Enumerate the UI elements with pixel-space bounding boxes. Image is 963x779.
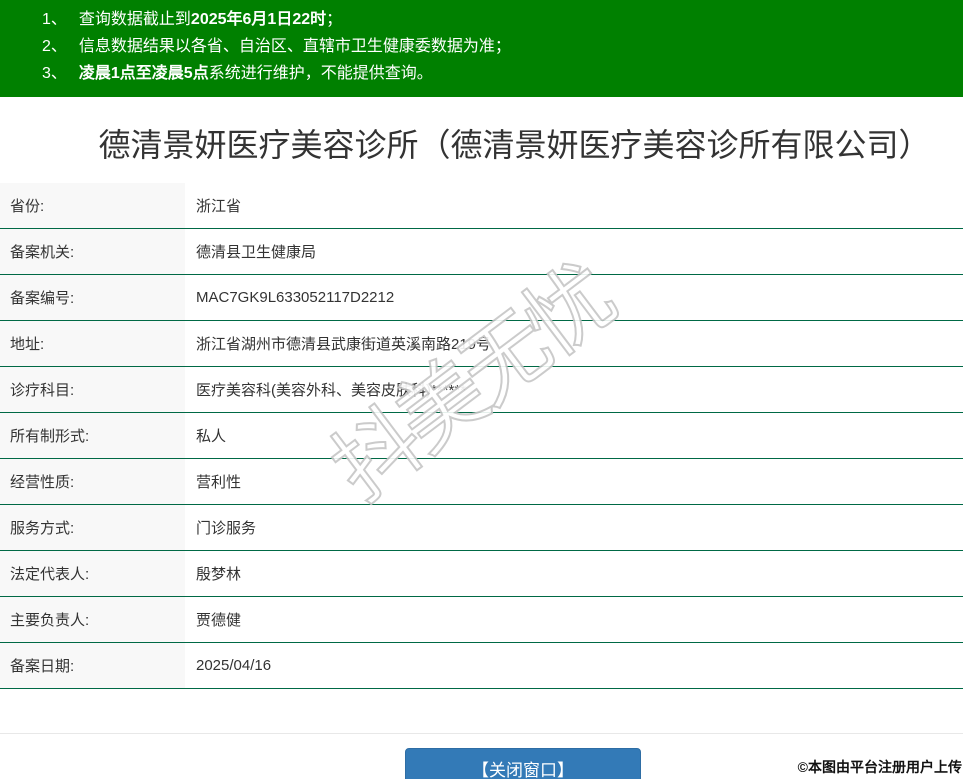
- row-label: 省份:: [0, 183, 185, 228]
- row-label: 服务方式:: [0, 505, 185, 550]
- notice-text: ；: [326, 11, 343, 28]
- info-table: 省份: 浙江省 备案机关: 德清县卫生健康局 备案编号: MAC7GK9L633…: [0, 183, 963, 689]
- row-label: 法定代表人:: [0, 551, 185, 596]
- row-value: 私人: [196, 428, 227, 445]
- notice-text: 系统进行维护，不能提供查询。: [208, 65, 433, 82]
- table-row-address: 地址: 浙江省湖州市德清县武康街道英溪南路219号: [0, 321, 963, 367]
- row-label: 所有制形式:: [0, 413, 185, 458]
- row-label: 诊疗科目:: [0, 367, 185, 412]
- notice-line-2: 2、 信息数据结果以各省、自治区、直辖市卫生健康委数据为准；: [42, 33, 953, 60]
- notice-line-1: 1、 查询数据截止到2025年6月1日22时；: [42, 6, 953, 33]
- notice-line-3: 3、 凌晨1点至凌晨5点系统进行维护，不能提供查询。: [42, 60, 953, 87]
- table-row-ownership: 所有制形式: 私人: [0, 413, 963, 459]
- table-row-departments: 诊疗科目: 医疗美容科(美容外科、美容皮肤科)******: [0, 367, 963, 413]
- row-label: 备案编号:: [0, 275, 185, 320]
- row-label: 备案机关:: [0, 229, 185, 274]
- table-row-legal-representative: 法定代表人: 殷梦林: [0, 551, 963, 597]
- notice-text: 信息数据结果以各省、自治区、直辖市卫生健康委数据为准；: [78, 38, 511, 55]
- notice-banner: 1、 查询数据截止到2025年6月1日22时； 2、 信息数据结果以各省、自治区、直…: [0, 0, 963, 97]
- notice-text: 查询数据截止到: [78, 11, 191, 28]
- row-value: 贾德健: [196, 612, 242, 629]
- close-window-button[interactable]: 【关闭窗口】: [405, 748, 641, 779]
- table-row-filing-number: 备案编号: MAC7GK9L633052117D2212: [0, 275, 963, 321]
- table-row-filing-authority: 备案机关: 德清县卫生健康局: [0, 229, 963, 275]
- notice-text-bold: 凌晨1点至凌晨5点: [78, 65, 209, 82]
- notice-number: 1、: [42, 11, 67, 28]
- table-row-service-mode: 服务方式: 门诊服务: [0, 505, 963, 551]
- row-value: 门诊服务: [196, 520, 257, 537]
- row-value: 医疗美容科(美容外科、美容皮肤科)******: [196, 382, 467, 399]
- row-value: 浙江省湖州市德清县武康街道英溪南路219号: [196, 336, 492, 353]
- row-label: 地址:: [0, 321, 185, 366]
- row-value: 殷梦林: [196, 566, 242, 583]
- row-value: 2025/04/16: [196, 657, 272, 674]
- footer-watermark: ©本图由平台注册用户上传: [797, 759, 962, 775]
- row-label: 备案日期:: [0, 643, 185, 688]
- row-value: 营利性: [196, 474, 242, 491]
- row-value: 德清县卫生健康局: [196, 244, 317, 261]
- divider: [0, 733, 963, 734]
- table-row-business-nature: 经营性质: 营利性: [0, 459, 963, 505]
- row-value: MAC7GK9L633052117D2212: [196, 289, 395, 306]
- table-row-filing-date: 备案日期: 2025/04/16: [0, 643, 963, 689]
- notice-number: 3、: [42, 65, 67, 82]
- row-value: 浙江省: [196, 198, 242, 215]
- notice-text-bold: 2025年6月1日22时: [190, 11, 327, 28]
- table-row-person-in-charge: 主要负责人: 贾德健: [0, 597, 963, 643]
- row-label: 主要负责人:: [0, 597, 185, 642]
- notice-number: 2、: [42, 38, 67, 55]
- table-row-province: 省份: 浙江省: [0, 183, 963, 229]
- page-title: 德清景妍医疗美容诊所（德清景妍医疗美容诊所有限公司）: [98, 127, 931, 163]
- row-label: 经营性质:: [0, 459, 185, 504]
